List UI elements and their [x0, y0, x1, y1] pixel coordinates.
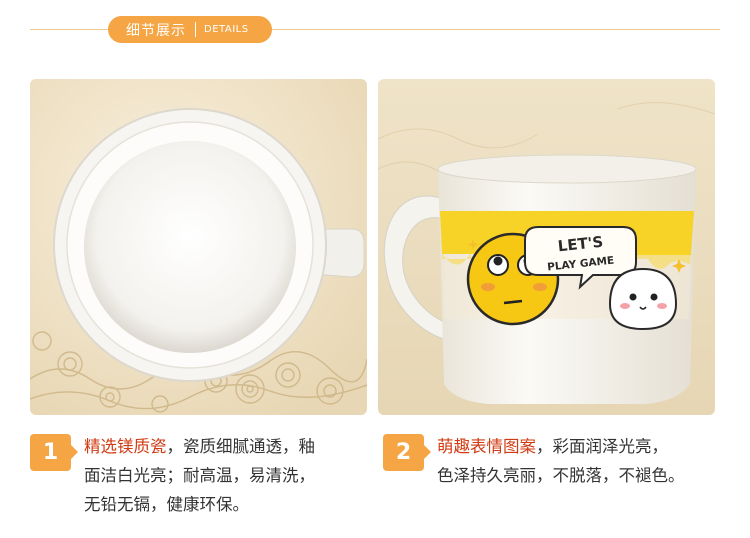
section-tab: 细节展示 DETAILS: [108, 16, 272, 43]
feature-1-line2: 面洁白光亮；耐高温，易清洗，: [84, 466, 315, 485]
feature-1-description: 精选镁质瓷，瓷质细腻通透，釉 面洁白光亮；耐高温，易清洗， 无铅无镉，健康环保。: [84, 432, 368, 519]
bowl-top-view-image: [30, 79, 367, 415]
section-title: 细节展示: [126, 22, 186, 39]
feature-1-number: 1: [30, 434, 78, 471]
feature-2-description: 萌趣表情图案，彩面润泽光亮， 色泽持久亮丽，不脱落，不褪色。: [437, 432, 721, 490]
feature-2-line1: ，彩面润泽光亮，: [536, 437, 668, 456]
tab-separator: [195, 22, 196, 37]
feature-1-line1: ，瓷质细腻通透，釉: [166, 437, 316, 456]
feature-1-highlight: 精选镁质瓷: [84, 437, 167, 456]
section-subtitle: DETAILS: [204, 24, 249, 35]
feature-2-line2: 色泽持久亮丽，不脱落，不褪色。: [437, 466, 685, 485]
feature-1-line3: 无铅无镉，健康环保。: [84, 495, 249, 514]
mug-side-view-image: LET'S PLAY GAME: [378, 79, 715, 415]
feature-2-number: 2: [383, 434, 431, 471]
feature-2-highlight: 萌趣表情图案: [437, 437, 536, 456]
